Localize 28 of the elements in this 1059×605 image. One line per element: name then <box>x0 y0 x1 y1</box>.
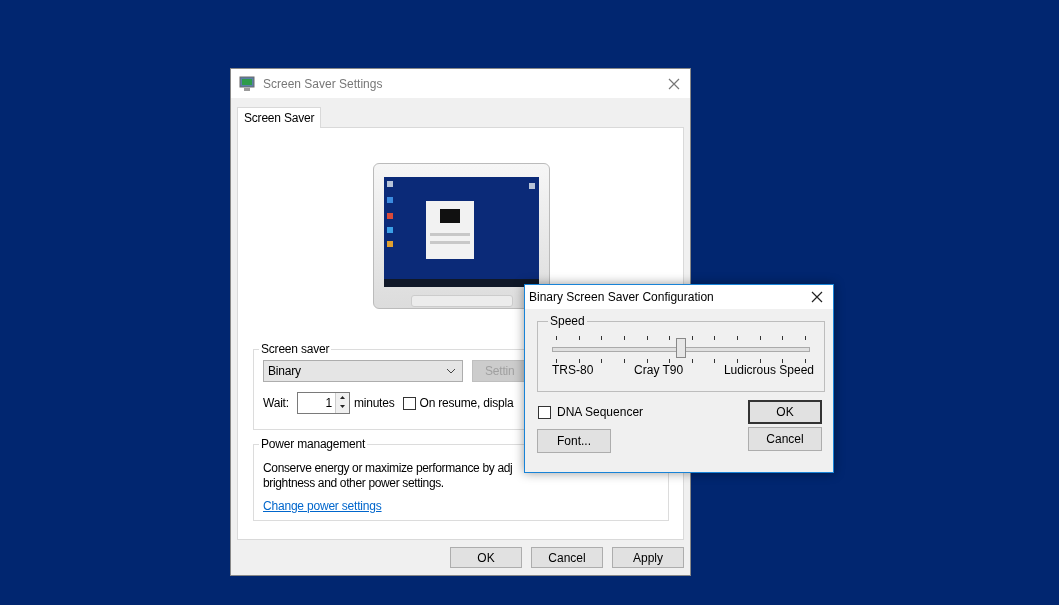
tick-label: Ludicrous Speed <box>723 363 814 377</box>
dialog-button[interactable]: Apply <box>612 547 684 568</box>
tab[interactable]: Screen Saver <box>237 107 322 128</box>
dialog-button[interactable]: OK <box>450 547 522 568</box>
screen-saver-dropdown[interactable]: Binary <box>263 360 463 382</box>
dialog-title: Binary Screen Saver Configuration <box>529 290 715 304</box>
group-label: Screen saver <box>260 342 331 356</box>
wait-label: Wait: <box>263 396 289 410</box>
power-description: Conserve energy or maximize performance by adj brightness and other power settings. <box>263 461 514 491</box>
chevron-icon <box>446 368 456 374</box>
dialog-button[interactable]: Cancel <box>748 427 822 451</box>
group-label: Speed <box>549 314 586 328</box>
close-icon[interactable] <box>811 291 823 303</box>
power-settings-link[interactable]: Change power settings <box>263 499 382 513</box>
speed-slider[interactable] <box>552 336 810 363</box>
window-title: Screen Saver Settings <box>263 76 384 91</box>
checkbox[interactable] <box>538 405 551 419</box>
dialog-button[interactable]: Cancel <box>531 547 603 568</box>
checkbox-label: DNA Sequencer <box>557 405 644 419</box>
tick-label: Cray T90 <box>634 363 684 377</box>
dialog-button[interactable]: OK <box>748 400 822 424</box>
checkbox-label: On resume, displa <box>419 396 514 410</box>
slider-thumb[interactable] <box>676 338 686 358</box>
font-button[interactable]: Font... <box>537 429 611 453</box>
group-label: Power management <box>260 437 367 451</box>
minutes-label: minutes <box>353 396 395 410</box>
checkbox[interactable] <box>402 396 416 410</box>
monitor-icon <box>239 75 255 92</box>
